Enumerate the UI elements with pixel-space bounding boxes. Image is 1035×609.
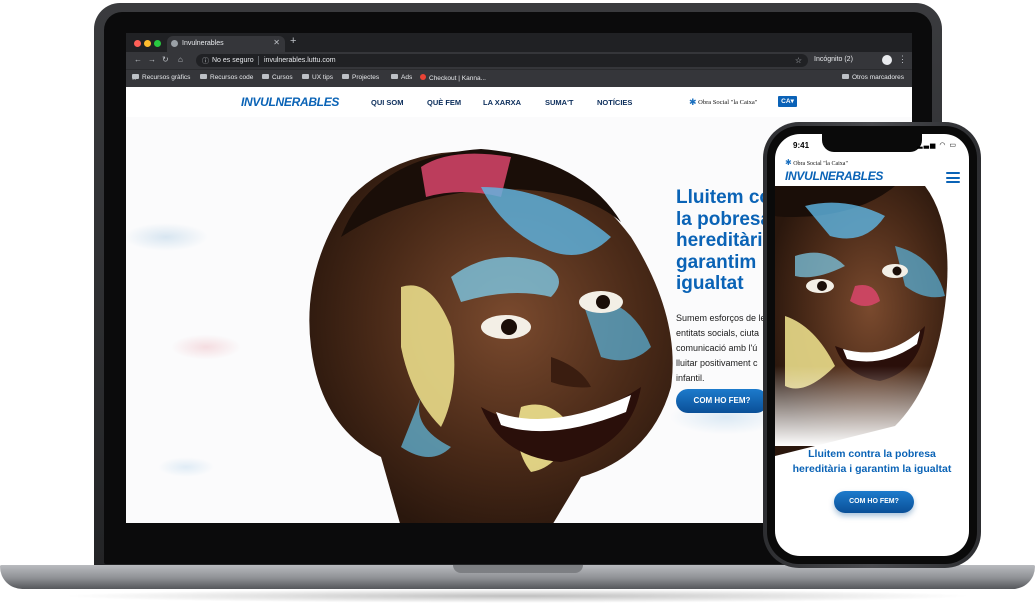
bookmark-ux-tips[interactable]: UX tips [302,74,333,81]
folder-icon [200,74,207,79]
globe-icon [171,40,178,47]
bookmark-recursos-grafics[interactable]: Recursos gràfics [132,74,190,81]
close-window-icon[interactable] [134,40,141,47]
menu-kebab-icon[interactable]: ⋮ [898,54,907,65]
status-time: 9:41 [793,141,810,150]
language-label: CA [781,98,791,105]
site-favicon-icon [420,74,426,80]
incognito-label[interactable]: Incógnito (2) [814,56,853,63]
tab-title: Invulnerables [182,40,224,47]
obra-social-logo[interactable]: ✱ Obra Social "la Caixa" [689,97,757,108]
nav-la-xarxa[interactable]: LA XARXA [483,98,521,107]
phone-notch [822,134,922,152]
folder-icon [302,74,309,79]
bookmark-label: UX tips [312,74,333,81]
mobile-com-ho-fem-button[interactable]: COM HO FEM? [834,491,914,513]
signal-icon: ▂▃▅ [917,142,937,149]
browser-toolbar: ← → ↻ ⌂ ⓘ No es seguro invulnerables.lut… [126,52,912,69]
bookmarks-bar: ⁝⁝ Recursos gràfics Recursos code Cursos… [126,69,912,87]
browser-tab-bar: Invulnerables ✕ + [126,33,912,52]
bookmark-label: Checkout | Kanna... [429,75,486,82]
bookmark-projectes[interactable]: Projectes [342,74,379,81]
folder-icon [342,74,349,79]
phone-screen: 9:41 ▂▃▅ ◠ ▭ ✱ Obra Social "la Caixa" IN… [775,134,969,556]
close-tab-icon[interactable]: ✕ [273,38,280,47]
logo-part: INVUL [241,95,276,109]
laptop-shadow [60,589,975,603]
mobile-hero-fade [775,366,969,446]
browser-tab[interactable]: Invulnerables ✕ [167,36,285,52]
logo-part: NERABLES [275,95,340,109]
address-bar[interactable]: ⓘ No es seguro invulnerables.luttu.com ☆ [196,54,808,67]
reload-icon[interactable]: ↻ [162,55,169,64]
incognito-icon[interactable] [882,55,892,65]
bookmark-label: Projectes [352,74,380,81]
folder-icon [262,74,269,79]
laptop-notch [453,565,583,573]
partner-logo-text: Obra Social "la Caixa" [698,99,758,106]
site-logo[interactable]: INVULNERABLES [241,95,339,109]
bookmark-label: Recursos code [210,74,254,81]
minimize-window-icon[interactable] [144,40,151,47]
nav-sumat[interactable]: SUMA'T [545,98,573,107]
status-icons: ▂▃▅ ◠ ▭ [917,141,957,149]
bookmark-ads[interactable]: Ads [391,74,412,81]
bookmark-label: Recursos gràfics [142,74,191,81]
url-text[interactable]: invulnerables.luttu.com [264,57,336,64]
info-icon[interactable]: ⓘ [202,56,209,66]
forward-icon[interactable]: → [148,55,156,64]
nav-que-fem[interactable]: QUÈ FEM [427,98,461,107]
mobile-hero-title: Lluitem contra la pobresa hereditària i … [792,448,952,475]
wifi-icon: ◠ [939,142,947,149]
hero-image [309,149,673,523]
other-bookmarks[interactable]: Otros marcadores [842,74,904,81]
language-selector[interactable]: CA▾ [778,96,797,107]
mobile-obra-social-logo[interactable]: ✱ Obra Social "la Caixa" [785,158,848,167]
mobile-site-logo[interactable]: INVULNERABLES [785,169,883,183]
site-header: INVULNERABLES QUI SOM QUÈ FEM LA XARXA S… [126,87,912,117]
partner-logo-text: Obra Social "la Caixa" [793,161,848,167]
hamburger-menu-icon[interactable] [946,172,960,183]
home-icon[interactable]: ⌂ [178,55,183,64]
nav-qui-som[interactable]: QUI SOM [371,98,404,107]
bookmark-label: Ads [401,74,413,81]
bookmark-star-icon[interactable]: ☆ [795,56,802,65]
maximize-window-icon[interactable] [154,40,161,47]
back-icon[interactable]: ← [134,55,142,64]
star-logo-icon: ✱ [785,158,792,167]
battery-icon: ▭ [949,142,957,149]
bookmark-recursos-code[interactable]: Recursos code [200,74,253,81]
bookmark-label: Otros marcadores [852,74,905,81]
new-tab-icon[interactable]: + [290,35,296,47]
bookmark-cursos[interactable]: Cursos [262,74,293,81]
bookmark-checkout[interactable]: Checkout | Kanna... [420,74,486,82]
nav-noticies[interactable]: NOTÍCIES [597,98,632,107]
address-separator [258,56,259,65]
folder-icon [391,74,398,79]
logo-part: INVUL [785,169,820,183]
folder-icon [132,74,139,79]
star-logo-icon: ✱ [689,97,697,107]
com-ho-fem-button[interactable]: COM HO FEM? [676,389,768,413]
folder-icon [842,74,849,79]
bookmark-label: Cursos [272,74,293,81]
logo-part: NERABLES [819,169,884,183]
chevron-down-icon: ▾ [790,98,794,105]
security-status: No es seguro [212,57,254,64]
